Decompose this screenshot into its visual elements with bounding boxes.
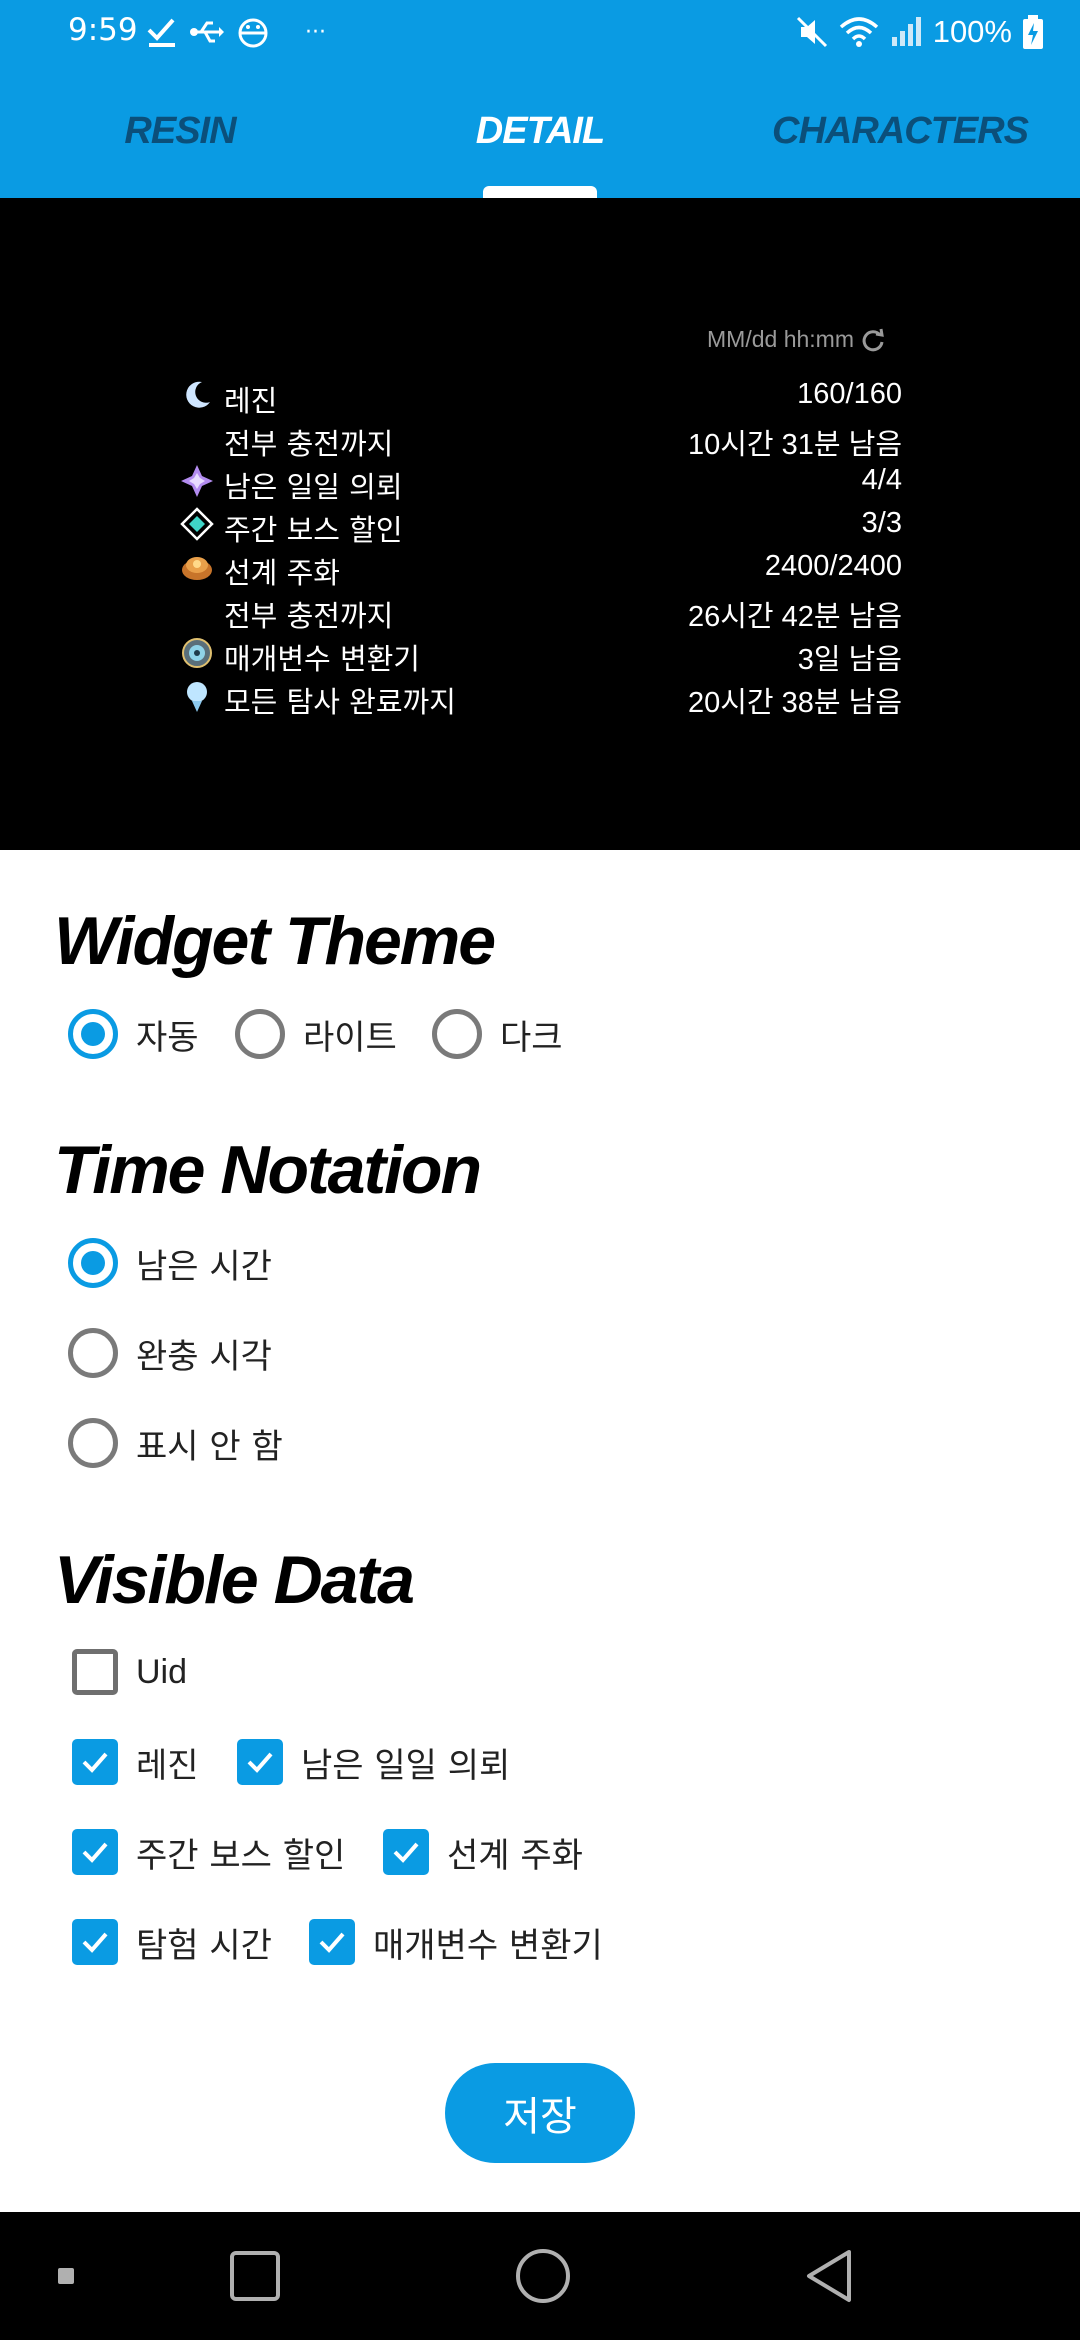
- theme-option-dark[interactable]: 다크: [432, 1006, 563, 1062]
- widget-theme-title: Widget Theme: [54, 903, 496, 979]
- status-bar: 9:59 ··· 100%: [0, 0, 1080, 66]
- checkbox-uid[interactable]: Uid: [72, 1644, 187, 1700]
- preview-row-daily-commission: 남은 일일 의뢰 4/4: [180, 460, 902, 504]
- home-circle-icon[interactable]: [488, 2212, 598, 2340]
- preview-row-realm-currency: 선계 주화 2400/2400: [180, 546, 902, 590]
- checkbox-daily-commission[interactable]: 남은 일일 의뢰: [237, 1734, 510, 1790]
- weekly-boss-icon: [180, 507, 214, 541]
- checkbox-resin[interactable]: 레진: [72, 1734, 199, 1790]
- time-notation-title: Time Notation: [54, 1132, 482, 1208]
- status-right-icons: 100%: [795, 10, 1044, 54]
- radio-unselected-icon: [235, 1009, 285, 1059]
- checkbox-checked-icon: [72, 1919, 118, 1965]
- radio-unselected-icon: [68, 1418, 118, 1468]
- tab-characters[interactable]: CHARACTERS: [760, 110, 1040, 154]
- mute-icon: [796, 16, 827, 48]
- signal-icon: [891, 17, 921, 46]
- radio-unselected-icon: [432, 1009, 482, 1059]
- app-header: 9:59 ··· 100% RESIN DETAIL CHARACTERS: [0, 0, 1080, 198]
- checkbox-unchecked-icon: [72, 1649, 118, 1695]
- tab-resin[interactable]: RESIN: [80, 110, 280, 154]
- time-option-remaining[interactable]: 남은 시간: [68, 1235, 272, 1291]
- preview-row-weekly-boss: 주간 보스 할인 3/3: [180, 503, 902, 547]
- active-tab-indicator: [483, 186, 597, 198]
- checkbox-checked-icon: [237, 1739, 283, 1785]
- visible-data-title: Visible Data: [54, 1542, 415, 1618]
- realm-currency-icon: [182, 557, 212, 580]
- date-format-text: MM/dd hh:mm: [707, 326, 854, 352]
- save-button[interactable]: 저장: [445, 2063, 635, 2163]
- preview-row-expedition: 모든 탐사 완료까지 20시간 38분 남음: [180, 675, 902, 719]
- refresh-icon[interactable]: [860, 327, 886, 353]
- checkbox-checked-icon: [72, 1739, 118, 1785]
- battery-charging-icon: [1023, 15, 1043, 49]
- checkbox-checked-icon: [309, 1919, 355, 1965]
- checkbox-weekly-boss[interactable]: 주간 보스 할인: [72, 1824, 345, 1880]
- android-debug-icon: [238, 18, 268, 48]
- preview-date: MM/dd hh:mm: [707, 326, 886, 353]
- time-option-full-time[interactable]: 완충 시각: [68, 1325, 272, 1381]
- daily-commission-icon: [181, 465, 213, 497]
- checkbox-expedition[interactable]: 탐험 시간: [72, 1914, 272, 1970]
- preview-row-realm-full: 전부 충전까지 26시간 42분 남음: [224, 599, 902, 633]
- theme-option-auto[interactable]: 자동: [68, 1006, 199, 1062]
- widget-preview: MM/dd hh:mm 레진 160/160 전부 충전까지 10시간 31분 …: [0, 198, 1080, 850]
- preview-row-transformer: 매개변수 변환기 3일 남음: [180, 632, 902, 676]
- time-option-hidden[interactable]: 표시 안 함: [68, 1415, 283, 1471]
- checkbox-checked-icon: [72, 1829, 118, 1875]
- preview-row-resin-full: 전부 충전까지 10시간 31분 남음: [224, 427, 902, 461]
- checkbox-transformer[interactable]: 매개변수 변환기: [309, 1914, 603, 1970]
- overview-square-icon[interactable]: [200, 2212, 310, 2340]
- resin-moon-icon: [186, 381, 210, 408]
- preview-row-resin: 레진 160/160: [180, 374, 902, 418]
- tab-bar: RESIN DETAIL CHARACTERS: [0, 94, 1080, 198]
- radio-selected-icon: [68, 1009, 118, 1059]
- check-icon: [147, 18, 175, 47]
- transformer-icon: [182, 638, 212, 668]
- radio-selected-icon: [68, 1238, 118, 1288]
- tab-detail[interactable]: DETAIL: [440, 110, 640, 154]
- theme-option-light[interactable]: 라이트: [235, 1006, 397, 1062]
- battery-percent: 100%: [932, 14, 1012, 49]
- checkbox-realm-currency[interactable]: 선계 주화: [383, 1824, 583, 1880]
- recents-dot[interactable]: [36, 2212, 96, 2340]
- usb-icon: [190, 21, 224, 43]
- wifi-icon: [839, 17, 878, 47]
- status-time: 9:59: [68, 12, 138, 48]
- system-nav-bar: [0, 2212, 1080, 2340]
- back-triangle-icon[interactable]: [775, 2212, 885, 2340]
- checkbox-checked-icon: [383, 1829, 429, 1875]
- more-notifications-icon: ···: [305, 19, 326, 45]
- status-left-icons: ···: [145, 12, 326, 52]
- expedition-icon: [187, 682, 207, 712]
- radio-unselected-icon: [68, 1328, 118, 1378]
